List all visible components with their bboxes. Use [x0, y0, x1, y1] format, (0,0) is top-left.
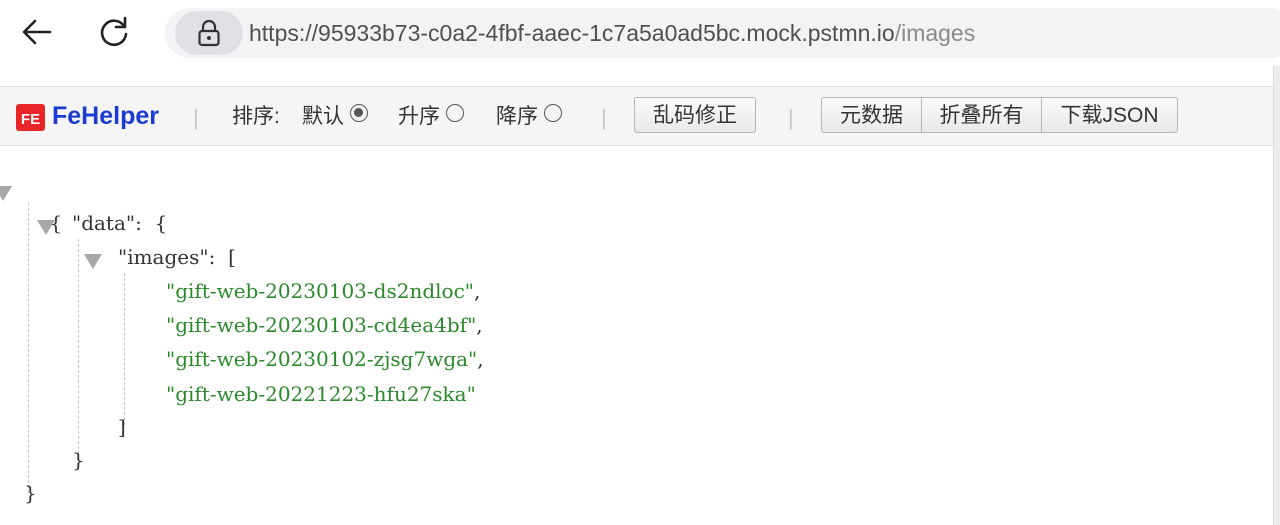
reload-icon	[100, 16, 128, 47]
indent-guide	[124, 273, 125, 425]
url-text[interactable]: https://95933b73-c0a2-4fbf-aaec-1c7a5a0a…	[249, 8, 975, 58]
json-images-key-line: "images": [	[118, 245, 236, 269]
json-key-data[interactable]: "data"	[72, 211, 135, 235]
reload-button[interactable]	[94, 12, 134, 52]
collapse-data-toggle[interactable]	[37, 220, 55, 235]
site-info-button[interactable]	[175, 11, 243, 55]
radio-checked-icon[interactable]	[350, 104, 368, 122]
sort-desc-label: 降序	[496, 105, 538, 128]
radio-unchecked-icon[interactable]	[544, 104, 562, 122]
scrollbar[interactable]	[1273, 66, 1280, 525]
sort-default-label: 默认	[302, 105, 344, 128]
address-bar[interactable]: https://95933b73-c0a2-4fbf-aaec-1c7a5a0a…	[165, 8, 1280, 58]
json-array-item: "gift-web-20230102-zjsg7wga",	[166, 347, 484, 371]
toolbar-separator: |	[788, 105, 794, 130]
json-string-value[interactable]: "gift-web-20230102-zjsg7wga"	[166, 347, 477, 371]
back-button[interactable]	[17, 12, 57, 52]
indent-guide	[78, 239, 79, 459]
svg-text:FE: FE	[21, 111, 40, 128]
json-array-item: "gift-web-20230103-ds2ndloc",	[166, 279, 481, 303]
json-string-value[interactable]: "gift-web-20221223-hfu27ska"	[166, 382, 476, 406]
collapse-root-toggle[interactable]	[0, 186, 12, 201]
fehelper-logo-icon: FE	[16, 104, 45, 131]
fehelper-brand: FeHelper	[52, 102, 159, 130]
json-array-item: "gift-web-20230103-cd4ea4bf",	[166, 313, 483, 337]
json-root-open: {	[49, 211, 63, 235]
sort-asc-radio[interactable]: 升序	[398, 102, 464, 132]
sort-label: 排序:	[232, 105, 280, 128]
toolbar-separator: |	[601, 105, 607, 130]
json-root-close: }	[24, 481, 37, 505]
fehelper-toolbar: FE FeHelper | 排序: 默认 升序 降序 | 乱码修正 | 元数据 …	[0, 86, 1273, 146]
sort-asc-label: 升序	[398, 105, 440, 128]
json-string-value[interactable]: "gift-web-20230103-cd4ea4bf"	[166, 313, 476, 337]
collapse-all-button[interactable]: 折叠所有	[921, 97, 1042, 133]
download-json-button[interactable]: 下载JSON	[1041, 97, 1178, 133]
json-data-key-line: "data": {	[72, 211, 168, 235]
fix-encoding-button[interactable]: 乱码修正	[634, 97, 756, 133]
sort-default-radio[interactable]: 默认	[302, 102, 368, 132]
browser-toolbar: https://95933b73-c0a2-4fbf-aaec-1c7a5a0a…	[0, 0, 1280, 66]
url-origin: https://95933b73-c0a2-4fbf-aaec-1c7a5a0a…	[249, 20, 895, 46]
metadata-button[interactable]: 元数据	[821, 97, 922, 133]
radio-unchecked-icon[interactable]	[446, 104, 464, 122]
json-array-item: "gift-web-20221223-hfu27ska"	[166, 377, 476, 411]
json-images-close: ]	[118, 415, 126, 439]
json-viewer: { "data": { "images": [ "gift-web-202301…	[0, 145, 1273, 525]
toolbar-separator: |	[193, 105, 199, 130]
sort-desc-radio[interactable]: 降序	[496, 102, 562, 132]
collapse-images-toggle[interactable]	[84, 254, 102, 269]
json-key-images[interactable]: "images"	[118, 245, 209, 269]
url-path: /images	[894, 20, 976, 46]
arrow-left-icon	[22, 19, 52, 45]
json-string-value[interactable]: "gift-web-20230103-ds2ndloc"	[166, 279, 474, 303]
json-data-close: }	[72, 448, 85, 472]
lock-icon	[198, 19, 220, 47]
